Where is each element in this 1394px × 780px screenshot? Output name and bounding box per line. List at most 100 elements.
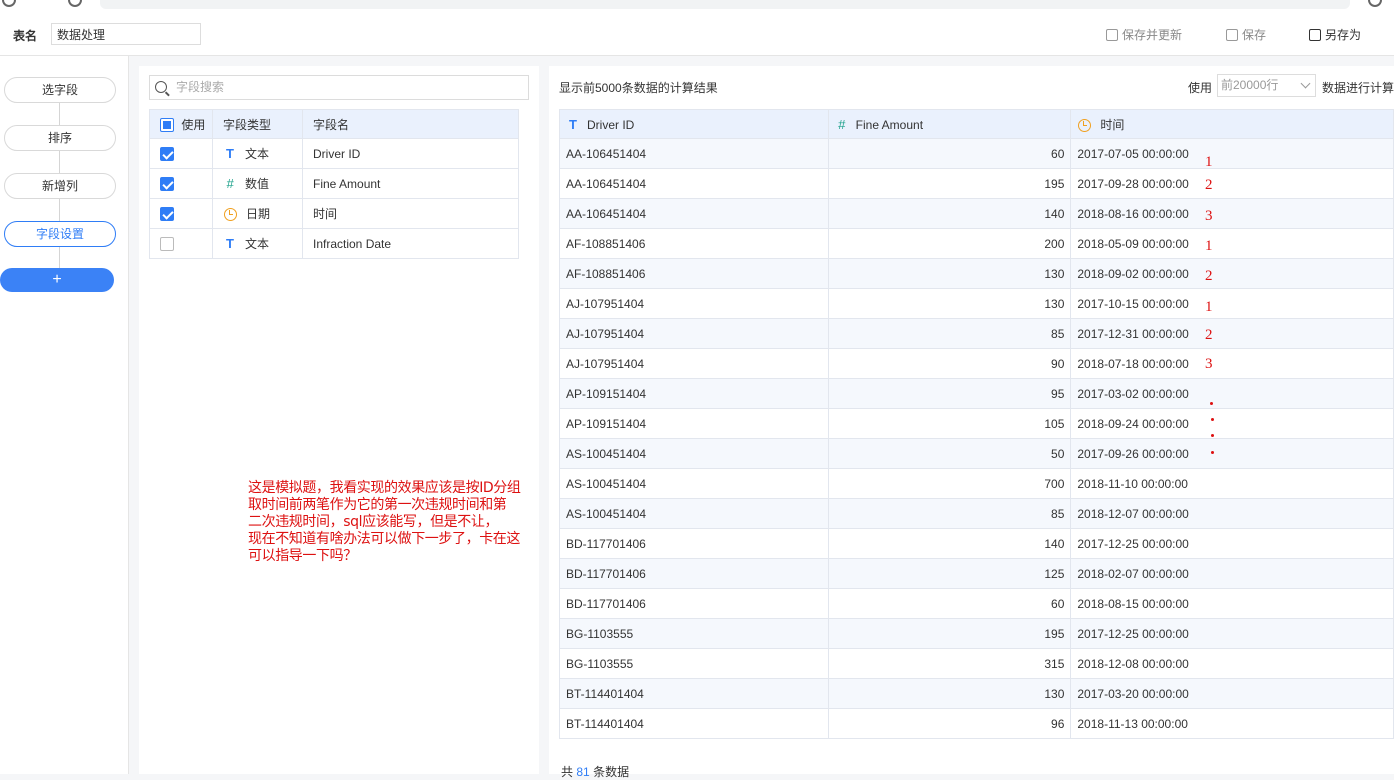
fine-amount-cell: 105 xyxy=(827,408,1072,439)
driver-id-cell: BG-1103555 xyxy=(559,618,829,649)
fine-amount-cell: 85 xyxy=(827,498,1072,529)
field-table: 使用 字段类型 字段名 T 文本 Driver ID # 数值 Fine Amoun… xyxy=(149,109,519,259)
steps-panel xyxy=(0,56,129,774)
footer-suffix: 条数据 xyxy=(593,765,630,779)
result-row: BD-117701406 60 2018-08-15 00:00:00 xyxy=(559,588,1394,619)
field-name: Fine Amount xyxy=(302,168,519,199)
date-type-icon xyxy=(224,208,237,222)
result-row: BD-117701406 125 2018-02-07 00:00:00 xyxy=(559,558,1394,589)
save-button[interactable]: 保存 xyxy=(1226,26,1266,43)
result-footer: 共 81 条数据 xyxy=(561,763,629,780)
field-row: 日期 时间 xyxy=(149,198,519,229)
text-type-icon: T xyxy=(226,236,234,251)
annotation-dot xyxy=(1211,418,1214,421)
result-row: AA-106451404 195 2017-09-28 00:00:00 xyxy=(559,168,1394,199)
save-as-button[interactable]: 另存为 xyxy=(1309,26,1361,43)
time-cell: 2017-03-20 00:00:00 xyxy=(1070,678,1394,709)
fine-amount-cell: 130 xyxy=(827,258,1072,289)
step-select-fields[interactable]: 选字段 xyxy=(4,77,116,103)
chevron-down-icon xyxy=(1300,78,1311,89)
use-header-label: 使用 xyxy=(181,117,206,132)
time-cell: 2018-07-18 00:00:00 xyxy=(1070,348,1394,379)
fine-amount-cell: 90 xyxy=(827,348,1072,379)
field-row: T 文本 Infraction Date xyxy=(149,228,519,259)
step-field-settings[interactable]: 字段设置 xyxy=(4,221,116,247)
field-use-checkbox[interactable] xyxy=(160,146,174,161)
note-line: 二次违规时间，sql应该能写，但是不让， xyxy=(248,514,499,530)
time-column-header[interactable]: 时间 xyxy=(1070,109,1394,139)
annotation-mark: 2 xyxy=(1205,327,1213,343)
driver-id-cell: BD-117701406 xyxy=(559,528,829,559)
driver-id-cell: AP-109151404 xyxy=(559,378,829,409)
field-row: T 文本 Driver ID xyxy=(149,138,519,169)
time-cell: 2018-05-09 00:00:00 xyxy=(1070,228,1394,259)
time-cell: 2017-10-15 00:00:00 xyxy=(1070,288,1394,319)
save-and-update-button[interactable]: 保存并更新 xyxy=(1106,26,1182,43)
result-row: AP-109151404 105 2018-09-24 00:00:00 xyxy=(559,408,1394,439)
step-add-column[interactable]: 新增列 xyxy=(4,173,116,199)
result-row: BG-1103555 315 2018-12-08 00:00:00 xyxy=(559,648,1394,679)
note-line: 可以指导一下吗？ xyxy=(248,548,357,564)
save-and-update-label: 保存并更新 xyxy=(1122,28,1183,42)
note-line: 这是模拟题，我看实现的效果应该是按ID分组 xyxy=(248,480,521,496)
browser-address-bar[interactable] xyxy=(100,0,1350,9)
result-row: AS-100451404 50 2017-09-26 00:00:00 xyxy=(559,438,1394,469)
driver-id-cell: BG-1103555 xyxy=(559,648,829,679)
fine-amount-column-header[interactable]: # Fine Amount xyxy=(827,109,1072,139)
annotation-mark: 2 xyxy=(1205,177,1213,193)
row-count-select[interactable]: 前20000行 xyxy=(1217,74,1316,97)
driver-id-column-header[interactable]: T Driver ID xyxy=(559,109,829,139)
note-line: 现在不知道有啥办法可以做下一步了，卡在这 xyxy=(248,531,520,547)
field-type: 文本 xyxy=(245,147,270,161)
driver-id-cell: AJ-107951404 xyxy=(559,348,829,379)
calc-label: 数据进行计算 xyxy=(1322,81,1394,95)
driver-id-cell: AS-100451404 xyxy=(559,498,829,529)
annotation-dot xyxy=(1210,402,1213,405)
fine-amount-cell: 195 xyxy=(827,168,1072,199)
driver-id-cell: AF-108851406 xyxy=(559,228,829,259)
date-type-icon xyxy=(1078,118,1092,132)
result-row: BD-117701406 140 2017-12-25 00:00:00 xyxy=(559,528,1394,559)
top-bar xyxy=(0,14,1394,56)
result-row: AA-106451404 60 2017-07-05 00:00:00 xyxy=(559,138,1394,169)
driver-id-cell: AA-106451404 xyxy=(559,198,829,229)
footer-prefix: 共 xyxy=(561,765,574,779)
driver-id-cell: AF-108851406 xyxy=(559,258,829,289)
time-cell: 2017-09-28 00:00:00 xyxy=(1070,168,1394,199)
fine-amount-cell: 85 xyxy=(827,318,1072,349)
step-sort[interactable]: 排序 xyxy=(4,125,116,151)
note-line: 取时间前两笔作为它的第一次违规时间和第 xyxy=(248,497,507,513)
driver-id-cell: AP-109151404 xyxy=(559,408,829,439)
field-use-checkbox[interactable] xyxy=(160,206,174,221)
result-row: AJ-107951404 90 2018-07-18 00:00:00 xyxy=(559,348,1394,379)
time-cell: 2018-12-07 00:00:00 xyxy=(1070,498,1394,529)
annotation-mark: 1 xyxy=(1205,154,1213,170)
time-cell: 2018-11-13 00:00:00 xyxy=(1070,708,1394,739)
time-cell: 2018-09-02 00:00:00 xyxy=(1070,258,1394,289)
driver-id-cell: BD-117701406 xyxy=(559,558,829,589)
fine-amount-cell: 700 xyxy=(827,468,1072,499)
field-search-input[interactable] xyxy=(176,79,516,95)
select-all-checkbox[interactable] xyxy=(160,118,174,133)
result-row: AS-100451404 85 2018-12-07 00:00:00 xyxy=(559,498,1394,529)
field-use-checkbox[interactable] xyxy=(160,236,174,251)
result-row: AS-100451404 700 2018-11-10 00:00:00 xyxy=(559,468,1394,499)
annotation-mark: 3 xyxy=(1205,208,1213,224)
driver-id-cell: AA-106451404 xyxy=(559,138,829,169)
field-type: 日期 xyxy=(246,207,271,221)
type-column-header: 字段类型 xyxy=(212,109,303,139)
use-rows-label: 使用 xyxy=(1188,81,1213,95)
column-label: Driver ID xyxy=(587,117,635,132)
annotation-dot xyxy=(1211,434,1214,437)
annotation-mark: 3 xyxy=(1205,356,1213,372)
fine-amount-cell: 130 xyxy=(827,288,1072,319)
table-name-input[interactable] xyxy=(51,23,201,45)
column-label: 时间 xyxy=(1100,117,1125,132)
field-use-checkbox[interactable] xyxy=(160,176,174,191)
driver-id-cell: BT-114401404 xyxy=(559,708,829,739)
time-cell: 2018-09-24 00:00:00 xyxy=(1070,408,1394,439)
number-type-icon: # xyxy=(838,116,846,132)
add-step-button[interactable]: + xyxy=(0,268,114,292)
column-label: Fine Amount xyxy=(855,117,924,132)
result-row: AJ-107951404 85 2017-12-31 00:00:00 xyxy=(559,318,1394,349)
